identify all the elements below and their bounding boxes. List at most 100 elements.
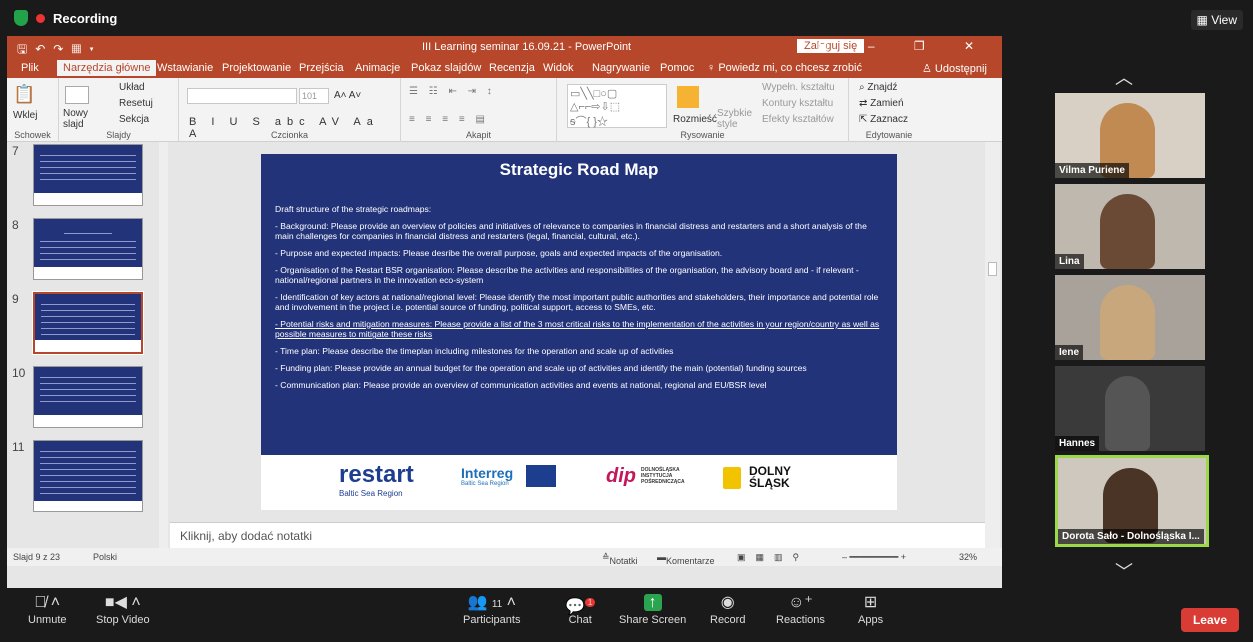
record-icon: ◉ bbox=[720, 594, 735, 611]
chat-button[interactable]: 💬 1 Chat bbox=[565, 592, 596, 626]
leave-button[interactable]: Leave bbox=[1180, 608, 1239, 632]
slide-paragraph: - Organisation of the Restart BSR organi… bbox=[275, 264, 859, 285]
slide-thumbnail-11[interactable] bbox=[33, 440, 143, 512]
layout-button[interactable]: Układ bbox=[119, 82, 145, 93]
slide-scrollbar[interactable] bbox=[985, 142, 1000, 560]
new-slide-icon bbox=[65, 86, 89, 104]
scroll-down-chevron-icon[interactable]: ﹀ bbox=[1115, 558, 1133, 584]
slide-paragraph: - Background: Please provide an overview… bbox=[275, 220, 867, 242]
slide-paragraph: - Communication plan: Please provide an … bbox=[275, 379, 767, 390]
view-button[interactable]: ▦ View bbox=[1190, 10, 1243, 30]
slide-counter: Slajd 9 z 23 bbox=[13, 552, 61, 562]
microphone-muted-icon: 🎙̸ ˄ bbox=[34, 594, 61, 611]
notes-toggle[interactable]: ≙ Notatki bbox=[602, 552, 638, 566]
select-label: Zaznacz bbox=[870, 114, 908, 125]
record-button[interactable]: ◉ Record bbox=[710, 592, 745, 626]
restart-logo: restart Baltic Sea Region bbox=[339, 461, 414, 498]
dip-logo-text: DOLNOŚLĄSKA INSTYTUCJA POŚREDNICZĄCA bbox=[641, 467, 685, 485]
ribbon-tabs: Plik Narzędzia główne Wstawianie Projekt… bbox=[7, 58, 1002, 78]
arrange-button[interactable]: Rozmieść bbox=[673, 114, 717, 125]
quick-styles-button[interactable]: Szybkie style bbox=[717, 108, 757, 130]
window-controls[interactable]: ▣ – ❐ ✕ bbox=[817, 39, 992, 53]
stop-video-button[interactable]: ■◀ ˄ Stop Video bbox=[96, 592, 150, 626]
list-buttons[interactable]: ☰ ☷ ⇤ ⇥ ↕ bbox=[409, 86, 496, 97]
group-slides: Nowy slajd Układ Resetuj Sekcja Slajdy bbox=[59, 78, 179, 142]
participant-video-lina[interactable]: Lina bbox=[1055, 184, 1205, 269]
shape-outline-button[interactable]: Kontury kształtu bbox=[762, 98, 833, 109]
apps-button[interactable]: ⊞ Apps bbox=[858, 592, 883, 626]
slide-title: Strategic Road Map bbox=[499, 160, 659, 179]
share-button[interactable]: ♙ Udostępnij bbox=[922, 62, 987, 75]
replace-button[interactable]: ⇄ Zamień bbox=[859, 98, 904, 109]
tab-animations[interactable]: Animacje bbox=[355, 62, 400, 74]
recording-dot-icon bbox=[36, 13, 45, 23]
replace-label: Zamień bbox=[870, 98, 904, 109]
view-buttons[interactable]: ▣▦▥⚲ bbox=[737, 552, 809, 563]
zoom-level[interactable]: 32% bbox=[959, 552, 977, 562]
slide-thumbnail-10[interactable] bbox=[33, 366, 143, 428]
participants-button[interactable]: 👥 11 ˄ Participants bbox=[463, 592, 520, 626]
zoom-slider[interactable]: – ━━━━━━━━━ + bbox=[842, 552, 906, 563]
grow-font-icon[interactable]: A˄ A˅ bbox=[334, 90, 361, 101]
zoom-top-bar: Recording ▦ View bbox=[0, 0, 1253, 36]
thumbnail-number: 9 bbox=[12, 292, 19, 306]
comments-toggle[interactable]: ▬ Komentarze bbox=[657, 552, 715, 566]
slide-logos-band: restart Baltic Sea Region Interreg Balti… bbox=[261, 455, 897, 510]
unmute-button[interactable]: 🎙̸ ˄ Unmute bbox=[28, 592, 67, 626]
tell-me-search[interactable]: ♀ Powiedz mi, co chcesz zrobić bbox=[707, 62, 862, 74]
tab-help[interactable]: Pomoc bbox=[660, 62, 694, 74]
scroll-thumb[interactable] bbox=[988, 262, 997, 276]
paste-button[interactable]: Wklej bbox=[13, 110, 37, 121]
reset-button[interactable]: Resetuj bbox=[119, 98, 153, 109]
slide-body: Draft structure of the strategic roadmap… bbox=[275, 204, 883, 396]
tab-review[interactable]: Recenzja bbox=[489, 62, 535, 74]
tab-recording[interactable]: Nagrywanie bbox=[592, 62, 650, 74]
font-name-input[interactable] bbox=[187, 88, 297, 104]
select-button[interactable]: ⇱ Zaznacz bbox=[859, 114, 908, 125]
window-title: III Learning seminar 16.09.21 - PowerPoi… bbox=[422, 41, 632, 53]
scroll-up-chevron-icon[interactable]: ︿ bbox=[1115, 64, 1133, 90]
participant-person bbox=[1100, 285, 1155, 360]
tab-design[interactable]: Projektowanie bbox=[222, 62, 291, 74]
tab-view[interactable]: Widok bbox=[543, 62, 574, 74]
group-clipboard: 📋 Wklej Schowek bbox=[7, 78, 59, 142]
shape-fill-button[interactable]: Wypełn. kształtu bbox=[762, 82, 835, 93]
participant-video-iene[interactable]: Iene bbox=[1055, 275, 1205, 360]
align-buttons[interactable]: ≡ ≡ ≡ ≡ ▤ bbox=[409, 114, 489, 125]
thumbnail-number: 7 bbox=[12, 144, 19, 158]
notes-pane[interactable]: Kliknij, aby dodać notatki bbox=[170, 522, 985, 548]
participants-label: Participants bbox=[463, 614, 521, 626]
recording-indicator[interactable]: Recording bbox=[14, 10, 117, 26]
arrange-icon bbox=[677, 86, 699, 108]
paste-icon: 📋 bbox=[13, 84, 36, 104]
participant-video-dorota[interactable]: Dorota Sało - Dolnośląska I... bbox=[1055, 455, 1209, 547]
slide-thumbnail-7[interactable] bbox=[33, 144, 143, 206]
participant-video-hannes[interactable]: Hannes bbox=[1055, 366, 1205, 451]
stop-video-label: Stop Video bbox=[96, 614, 150, 626]
font-size-input[interactable]: 101 bbox=[299, 88, 329, 104]
share-screen-button[interactable]: ↑ Share Screen bbox=[619, 592, 686, 626]
tab-transitions[interactable]: Przejścia bbox=[299, 62, 344, 74]
tab-file[interactable]: Plik bbox=[21, 62, 39, 74]
notes-label: Notatki bbox=[609, 556, 638, 566]
language-status[interactable]: Polski bbox=[93, 552, 117, 562]
reactions-button[interactable]: ☺⁺ Reactions bbox=[776, 592, 825, 626]
find-button[interactable]: ⌕ Znajdź bbox=[859, 82, 897, 93]
tab-insert[interactable]: Wstawianie bbox=[157, 62, 213, 74]
current-slide[interactable]: Strategic Road Map Draft structure of th… bbox=[261, 154, 897, 510]
shapes-gallery[interactable]: ▭╲╲□○▢ △⌐⌐⇨⇩⬚ ᵴ⌒{ }☆ bbox=[567, 84, 667, 128]
slide-thumbnail-9[interactable] bbox=[32, 291, 144, 355]
shape-effects-button[interactable]: Efekty kształtów bbox=[762, 114, 834, 125]
thumbnails-scrollbar[interactable] bbox=[159, 142, 168, 560]
new-slide-button[interactable]: Nowy slajd bbox=[63, 108, 103, 130]
participant-video-vilma[interactable]: Vilma Puriene bbox=[1055, 93, 1205, 178]
title-bar: 🖫↶↷▦▾ III Learning seminar 16.09.21 - Po… bbox=[7, 36, 1002, 58]
slide-thumbnail-8[interactable] bbox=[33, 218, 143, 280]
tab-home[interactable]: Narzędzia główne bbox=[57, 60, 157, 76]
find-label: Znajdź bbox=[867, 82, 898, 93]
section-button[interactable]: Sekcja bbox=[119, 114, 149, 125]
tab-slideshow[interactable]: Pokaz slajdów bbox=[411, 62, 481, 74]
share-screen-label: Share Screen bbox=[619, 614, 687, 626]
tell-me-label: Powiedz mi, co chcesz zrobić bbox=[718, 62, 862, 74]
slide-paragraph: - Identification of key actors at nation… bbox=[275, 291, 879, 313]
